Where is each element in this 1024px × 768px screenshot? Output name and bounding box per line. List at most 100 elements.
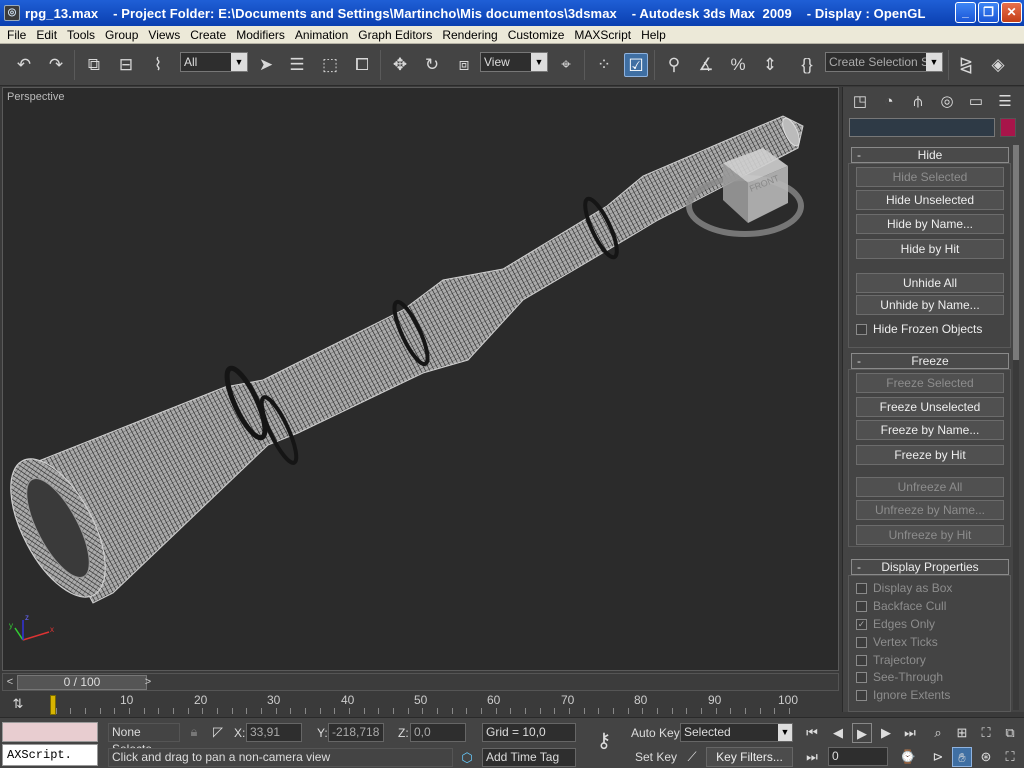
select-and-rotate-icon[interactable]: ↻ (420, 53, 444, 77)
unlink-selection-icon[interactable]: ⊟ (114, 53, 138, 77)
time-slider[interactable]: < 0 / 100 > (2, 673, 839, 691)
previous-frame-icon[interactable]: ◀ (828, 723, 848, 743)
menu-edit[interactable]: Edit (31, 28, 62, 42)
time-tag-icon[interactable]: ⬡ (457, 748, 477, 768)
key-mode-toggle-icon[interactable]: ⏭ (802, 747, 822, 767)
create-tab-icon[interactable]: ◳ (849, 91, 871, 113)
hide-rollout-header[interactable]: - Hide (851, 147, 1009, 163)
motion-tab-icon[interactable]: ◎ (936, 91, 958, 113)
menu-help[interactable]: Help (636, 28, 671, 42)
window-crossing-icon[interactable]: ⧠ (350, 53, 374, 77)
menu-animation[interactable]: Animation (290, 28, 353, 42)
menu-views[interactable]: Views (143, 28, 185, 42)
auto-key-button[interactable]: Auto Key (631, 726, 680, 740)
arc-rotate-icon[interactable]: ⊛ (976, 747, 996, 767)
x-coord-field[interactable]: 33,91 (246, 723, 302, 742)
unfreeze-all-button[interactable]: Unfreeze All (856, 477, 1004, 497)
key-mode-dropdown[interactable]: Selected ▼ (680, 723, 793, 742)
restore-button[interactable]: ❐ (978, 2, 999, 23)
trajectory-checkbox[interactable]: Trajectory (856, 652, 926, 668)
minimize-button[interactable]: _ (955, 2, 976, 23)
add-time-tag-button[interactable]: Add Time Tag (482, 748, 576, 767)
hide-selected-button[interactable]: Hide Selected (856, 167, 1004, 187)
menu-modifiers[interactable]: Modifiers (231, 28, 290, 42)
unfreeze-by-name-button[interactable]: Unfreeze by Name... (856, 500, 1004, 520)
see-through-checkbox[interactable]: See-Through (856, 669, 943, 685)
hide-by-hit-button[interactable]: Hide by Hit (856, 239, 1004, 259)
display-properties-rollout-header[interactable]: - Display Properties (851, 559, 1009, 575)
panel-scrollbar[interactable] (1013, 145, 1019, 710)
edges-only-checkbox[interactable]: ✓ Edges Only (856, 616, 935, 632)
align-icon[interactable]: ◈ (986, 53, 1010, 77)
curve-editor-toggle-icon[interactable]: ⇅ (8, 694, 28, 714)
angle-snap-icon[interactable]: ∡ (694, 53, 718, 77)
track-bar[interactable]: ⇅ 10 20 30 40 50 60 70 80 90 100 (0, 691, 842, 717)
select-object-icon[interactable]: ➤ (254, 53, 278, 77)
select-and-manipulate-icon[interactable]: ⁘ (592, 53, 616, 77)
object-color-swatch[interactable] (1000, 118, 1016, 137)
time-slider-prev[interactable]: < (4, 675, 16, 690)
vertex-ticks-checkbox[interactable]: Vertex Ticks (856, 634, 938, 650)
edit-named-selection-icon[interactable]: {} (795, 53, 819, 77)
absolute-mode-icon[interactable]: ◸ (208, 722, 228, 742)
display-tab-icon[interactable]: ▭ (965, 91, 987, 113)
select-and-move-icon[interactable]: ✥ (388, 53, 412, 77)
current-frame-field[interactable]: 0 (828, 747, 888, 766)
time-slider-next[interactable]: > (142, 675, 154, 690)
go-to-start-icon[interactable]: ⏮ (802, 723, 822, 743)
time-slider-handle[interactable]: 0 / 100 (17, 675, 147, 690)
set-key-button[interactable]: Set Key (635, 750, 677, 764)
zoom-extents-icon[interactable]: ⛶ (976, 723, 996, 743)
unhide-by-name-button[interactable]: Unhide by Name... (856, 295, 1004, 315)
time-configuration-icon[interactable]: ⌚ (898, 747, 918, 767)
play-icon[interactable]: ▶ (852, 723, 872, 743)
redo-icon[interactable]: ↷ (44, 53, 68, 77)
maxscript-input[interactable]: AXScript. (2, 744, 98, 766)
menu-maxscript[interactable]: MAXScript (569, 28, 636, 42)
freeze-rollout-header[interactable]: - Freeze (851, 353, 1009, 369)
menu-rendering[interactable]: Rendering (437, 28, 502, 42)
unhide-all-button[interactable]: Unhide All (856, 273, 1004, 293)
next-frame-icon[interactable]: ▶ (876, 723, 896, 743)
go-to-end-icon[interactable]: ⏭ (900, 723, 920, 743)
display-as-box-checkbox[interactable]: Display as Box (856, 580, 952, 596)
default-in-out-tangents-icon[interactable]: ⟋ (682, 747, 702, 767)
menu-create[interactable]: Create (185, 28, 231, 42)
select-and-link-icon[interactable]: ⧉ (82, 53, 106, 77)
bind-to-space-warp-icon[interactable]: ⌇ (146, 53, 170, 77)
named-selection-sets-dropdown[interactable]: Create Selection Se ▼ (825, 52, 943, 72)
zoom-all-icon[interactable]: ⊞ (952, 723, 972, 743)
lock-icon[interactable]: 🔒︎ (184, 722, 204, 742)
freeze-by-hit-button[interactable]: Freeze by Hit (856, 445, 1004, 465)
modify-tab-icon[interactable]: ◔ (878, 91, 900, 113)
field-of-view-icon[interactable]: ⊳ (928, 747, 948, 767)
set-key-icon[interactable]: ⚷ (590, 731, 618, 751)
menu-group[interactable]: Group (100, 28, 143, 42)
keyboard-shortcut-toggle-icon[interactable]: ☑ (624, 53, 648, 77)
key-filters-button[interactable]: Key Filters... (706, 747, 793, 767)
menu-graph-editors[interactable]: Graph Editors (353, 28, 437, 42)
menu-customize[interactable]: Customize (503, 28, 570, 42)
zoom-extents-all-icon[interactable]: ⧉ (1000, 723, 1020, 743)
hide-by-name-button[interactable]: Hide by Name... (856, 214, 1004, 234)
select-by-name-icon[interactable]: ☰ (285, 53, 309, 77)
pivot-center-icon[interactable]: ⌖ (554, 53, 578, 77)
close-button[interactable]: ✕ (1001, 2, 1022, 23)
y-coord-field[interactable]: -218,718 (328, 723, 384, 742)
snaps-toggle-icon[interactable]: ⚲ (662, 53, 686, 77)
perspective-viewport[interactable]: Perspective FRONT x y z (2, 87, 839, 671)
hide-frozen-objects-checkbox[interactable]: Hide Frozen Objects (856, 321, 982, 337)
maximize-viewport-icon[interactable]: ⛶ (1000, 747, 1020, 767)
percent-snap-icon[interactable]: % (726, 53, 750, 77)
pan-view-icon[interactable]: ✋︎ (952, 747, 972, 767)
hierarchy-tab-icon[interactable]: ⫛ (907, 91, 929, 113)
z-coord-field[interactable]: 0,0 (410, 723, 466, 742)
reference-coordinate-dropdown[interactable]: View ▼ (480, 52, 548, 72)
ignore-extents-checkbox[interactable]: Ignore Extents (856, 687, 950, 703)
select-and-scale-icon[interactable]: ⧈ (452, 53, 476, 77)
freeze-by-name-button[interactable]: Freeze by Name... (856, 420, 1004, 440)
utilities-tab-icon[interactable]: ☰ (994, 91, 1016, 113)
menu-tools[interactable]: Tools (62, 28, 100, 42)
zoom-icon[interactable]: ⌕ (928, 723, 948, 743)
selection-filter-dropdown[interactable]: All ▼ (180, 52, 248, 72)
